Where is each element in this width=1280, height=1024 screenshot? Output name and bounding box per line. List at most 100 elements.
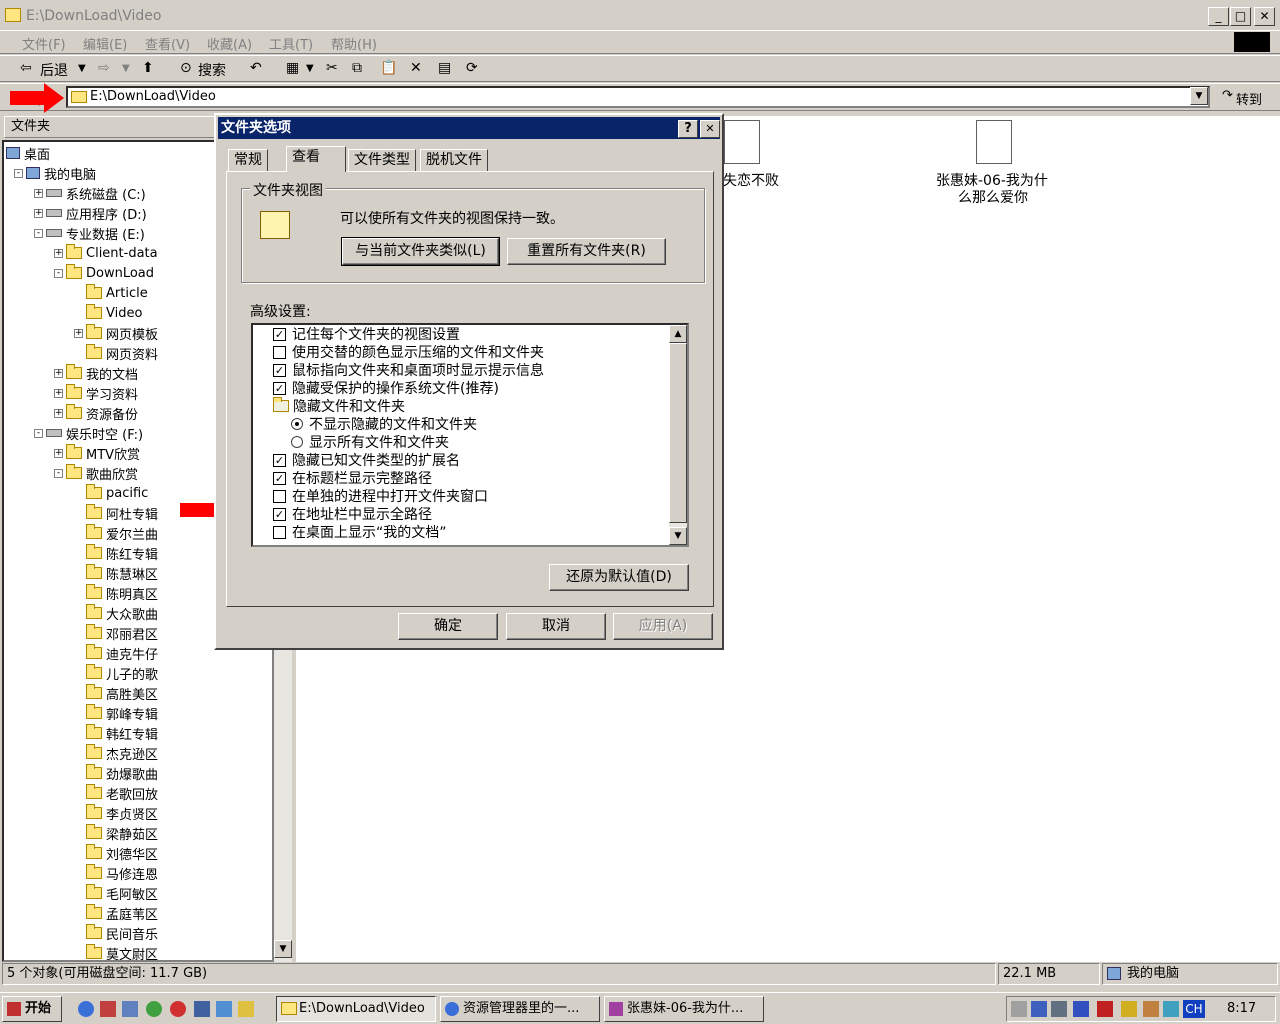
tab-file-types[interactable]: 文件类型: [348, 149, 416, 171]
tree-item[interactable]: 高胜美区: [74, 684, 158, 703]
advanced-option[interactable]: ✓ 隐藏受保护的操作系统文件(推荐): [273, 379, 499, 397]
task-ie[interactable]: 资源管理器里的一...: [440, 996, 600, 1022]
window-titlebar[interactable]: E:\DownLoad\Video _ □ ✕: [0, 4, 1280, 28]
go-button[interactable]: 转到: [1236, 89, 1262, 108]
scroll-down-arrow-icon[interactable]: ▼: [669, 527, 687, 545]
tree-item[interactable]: 桌面: [6, 144, 50, 163]
address-input[interactable]: E:\DownLoad\Video: [66, 86, 1210, 108]
tree-item[interactable]: 刘德华区: [74, 844, 158, 863]
dialog-close-button[interactable]: ✕: [700, 120, 720, 138]
undo-icon[interactable]: ↶: [250, 60, 262, 76]
advanced-option[interactable]: 显示所有文件和文件夹: [291, 433, 449, 451]
expand-icon[interactable]: +: [54, 448, 63, 458]
tree-item[interactable]: 陈明真区: [74, 584, 158, 603]
tray-icon[interactable]: [1143, 1001, 1159, 1017]
start-button[interactable]: 开始: [2, 996, 62, 1022]
menu-favorites[interactable]: 收藏(A): [207, 34, 252, 53]
tray-icon[interactable]: [1031, 1001, 1047, 1017]
ok-button[interactable]: 确定: [398, 613, 498, 640]
menu-help[interactable]: 帮助(H): [331, 34, 377, 53]
cut-icon[interactable]: ✂: [326, 60, 338, 76]
collapse-icon[interactable]: -: [54, 268, 63, 278]
task-explorer[interactable]: E:\DownLoad\Video: [276, 996, 436, 1022]
tree-item[interactable]: 民间音乐: [74, 924, 158, 943]
checkbox-unchecked[interactable]: [273, 489, 286, 503]
tree-item[interactable]: + 系统磁盘 (C:): [34, 184, 146, 203]
advanced-option[interactable]: ✓ 在地址栏中显示全路径: [273, 505, 432, 523]
expand-icon[interactable]: +: [54, 248, 63, 258]
expand-icon[interactable]: +: [54, 368, 63, 378]
tree-item[interactable]: + 学习资料: [54, 384, 138, 403]
scroll-up-arrow-icon[interactable]: ▲: [669, 325, 687, 343]
antivirus-icon[interactable]: [1097, 1001, 1113, 1017]
scroll-thumb[interactable]: [669, 343, 687, 523]
tree-item[interactable]: pacific: [74, 484, 148, 502]
tree-item[interactable]: 孟庭苇区: [74, 904, 158, 923]
tree-item[interactable]: 莫文尉区: [74, 944, 158, 960]
radio-unselected[interactable]: [291, 436, 303, 448]
media-icon[interactable]: [146, 1001, 162, 1017]
cancel-button[interactable]: 取消: [506, 613, 606, 640]
delete-icon[interactable]: ✕: [410, 60, 422, 76]
collapse-icon[interactable]: -: [54, 468, 63, 478]
apply-button[interactable]: 应用(A): [613, 613, 713, 640]
scroll-down-arrow-icon[interactable]: ▼: [274, 940, 292, 958]
tab-general[interactable]: 常规: [228, 149, 268, 171]
desktop-icon[interactable]: [122, 1001, 138, 1017]
expand-icon[interactable]: +: [74, 328, 83, 338]
properties-icon[interactable]: ▤: [438, 60, 451, 76]
checkbox-checked[interactable]: ✓: [273, 471, 286, 485]
tree-item[interactable]: 郭峰专辑: [74, 704, 158, 723]
tree-item[interactable]: 网页资料: [74, 344, 158, 363]
up-folder-icon[interactable]: ⬆: [142, 60, 154, 76]
language-indicator[interactable]: CH: [1183, 1000, 1205, 1018]
video-file-icon[interactable]: [724, 120, 760, 164]
checkbox-checked[interactable]: ✓: [273, 381, 286, 395]
back-button[interactable]: 后退: [40, 60, 68, 80]
tree-item[interactable]: + 我的文档: [54, 364, 138, 383]
tree-item[interactable]: + 应用程序 (D:): [34, 204, 147, 223]
menu-file[interactable]: 文件(F): [22, 34, 66, 53]
minimize-button[interactable]: _: [1208, 7, 1229, 26]
tree-item[interactable]: 迪克牛仔: [74, 644, 158, 663]
tree-item[interactable]: 阿杜专辑: [74, 504, 158, 523]
reset-all-folders-button[interactable]: 重置所有文件夹(R): [507, 238, 666, 265]
video-file-icon[interactable]: [976, 120, 1012, 164]
tree-item[interactable]: + 网页模板: [74, 324, 158, 343]
tree-item[interactable]: + Client-data: [54, 244, 158, 262]
tree-item[interactable]: 爱尔兰曲: [74, 524, 158, 543]
collapse-icon[interactable]: -: [14, 168, 23, 178]
expand-icon[interactable]: +: [54, 408, 63, 418]
advanced-settings-list[interactable]: ▲ ▼ ✓ 记住每个文件夹的视图设置 使用交替的颜色显示压缩的文件和文件夹 ✓ 鼠标指向…: [251, 323, 689, 547]
tree-item[interactable]: + 资源备份: [54, 404, 138, 423]
app-icon[interactable]: [238, 1001, 254, 1017]
like-current-folder-button[interactable]: 与当前文件夹类似(L): [341, 237, 500, 266]
app-icon[interactable]: [194, 1001, 210, 1017]
tree-item[interactable]: 陈慧琳区: [74, 564, 158, 583]
forward-dropdown-icon[interactable]: ▼: [122, 63, 130, 74]
tree-item[interactable]: - 娱乐时空 (F:): [34, 424, 143, 443]
advanced-option[interactable]: 在桌面上显示“我的文档”: [273, 523, 447, 541]
menu-view[interactable]: 查看(V): [145, 34, 190, 53]
tree-item[interactable]: Video: [74, 304, 142, 322]
checkbox-unchecked[interactable]: [273, 525, 286, 539]
tree-item[interactable]: 梁静茹区: [74, 824, 158, 843]
views-icon[interactable]: ▦: [286, 60, 299, 76]
tree-item[interactable]: - 我的电脑: [14, 164, 96, 183]
dialog-titlebar[interactable]: 文件夹选项 ? ✕: [218, 117, 720, 139]
tree-item[interactable]: 大众歌曲: [74, 604, 158, 623]
checkbox-checked[interactable]: ✓: [273, 507, 286, 521]
advanced-option[interactable]: ✓ 在标题栏显示完整路径: [273, 469, 432, 487]
tree-item[interactable]: 陈红专辑: [74, 544, 158, 563]
back-arrow-icon[interactable]: ⇦: [20, 60, 32, 76]
tree-item[interactable]: 李贞贤区: [74, 804, 158, 823]
checkbox-unchecked[interactable]: [273, 345, 286, 359]
tree-item[interactable]: 老歌回放: [74, 784, 158, 803]
tree-item[interactable]: Article: [74, 284, 148, 302]
ie-icon[interactable]: [78, 1001, 94, 1017]
checkbox-checked[interactable]: ✓: [273, 453, 286, 467]
back-dropdown-icon[interactable]: ▼: [78, 63, 86, 74]
menu-tools[interactable]: 工具(T): [269, 34, 313, 53]
menu-edit[interactable]: 编辑(E): [83, 34, 127, 53]
tab-offline-files[interactable]: 脱机文件: [420, 149, 488, 171]
